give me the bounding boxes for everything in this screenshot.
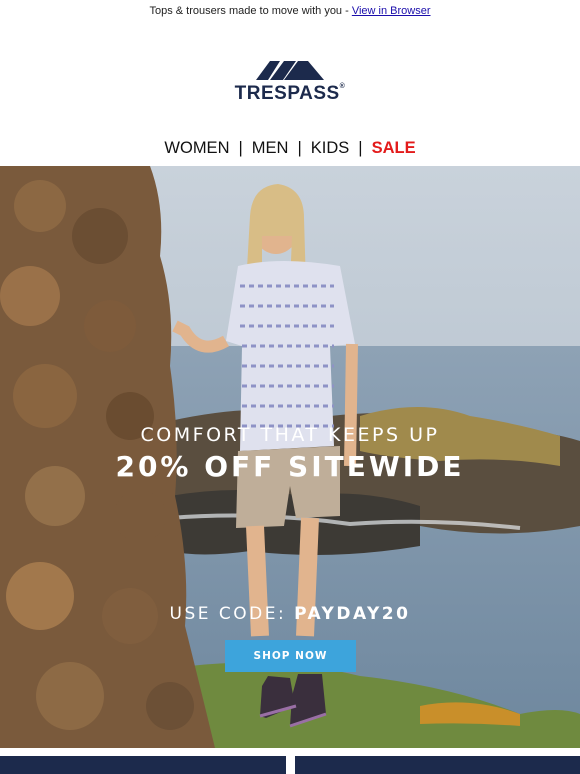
preheader-text: Tops & trousers made to move with you - [149, 5, 352, 17]
footer-bar-left[interactable] [0, 756, 286, 774]
view-in-browser-link[interactable]: View in Browser [352, 5, 431, 17]
brand-name: TRESPASS® [234, 83, 346, 104]
nav-sale[interactable]: SALE [372, 139, 416, 157]
promo-code: PAYDAY20 [294, 604, 411, 624]
hero-headline: 20% OFF SITEWIDE [115, 450, 465, 483]
logo-mark-icon [256, 61, 324, 80]
nav-men[interactable]: MEN [252, 139, 289, 157]
nav-kids[interactable]: KIDS [311, 139, 350, 157]
shop-now-button[interactable]: SHOP NOW [225, 640, 356, 672]
nav-separator: | [297, 139, 302, 157]
hero-banner[interactable]: COMFORT THAT KEEPS UP 20% OFF SITEWIDE U… [0, 166, 580, 748]
footer-bar-right[interactable] [295, 756, 580, 774]
nav-separator: | [238, 139, 243, 157]
preheader: Tops & trousers made to move with you - … [0, 0, 580, 22]
trespass-logo[interactable]: TRESPASS® [0, 58, 580, 105]
promo-code-text: USE CODE: PAYDAY20 [0, 604, 580, 624]
main-nav: WOMEN | MEN | KIDS | SALE [0, 139, 580, 158]
hero-tagline: COMFORT THAT KEEPS UP [140, 424, 440, 446]
footer-bars [0, 756, 580, 774]
nav-women[interactable]: WOMEN [164, 139, 229, 157]
promo-code-prefix: USE CODE: [169, 604, 295, 624]
nav-separator: | [358, 139, 363, 157]
